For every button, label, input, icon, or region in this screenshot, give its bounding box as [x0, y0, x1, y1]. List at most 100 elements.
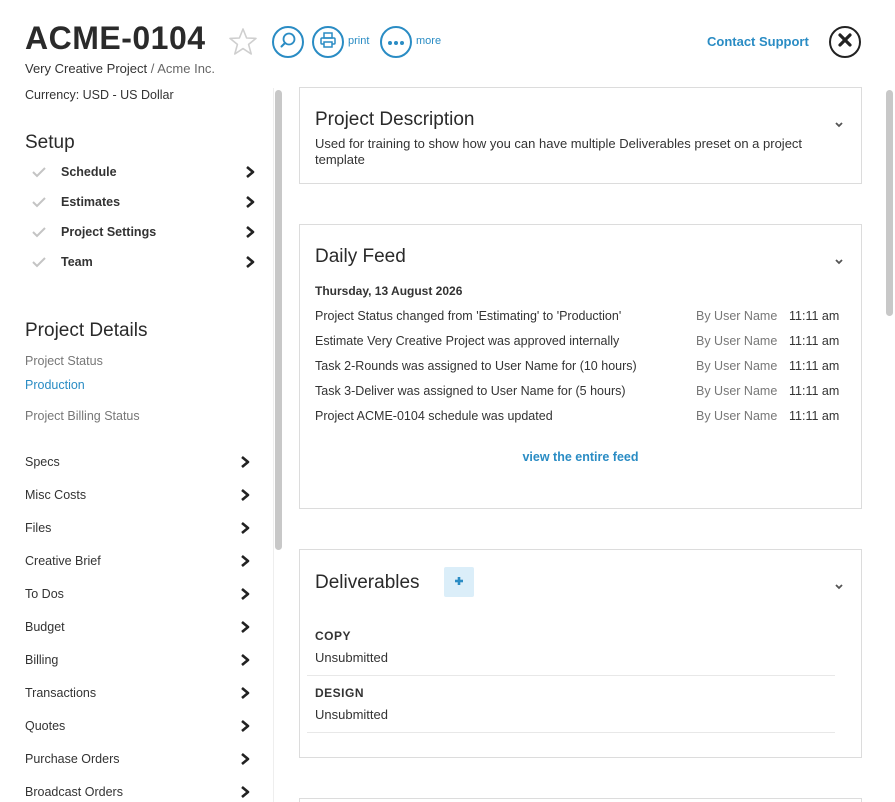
nav-item-label: To Dos [25, 587, 64, 601]
project-name: Very Creative Project [25, 61, 148, 76]
nav-item-specs[interactable]: Specs [25, 451, 250, 473]
feed-author: By User Name [696, 359, 778, 373]
search-button[interactable] [272, 26, 304, 58]
nav-item-budget[interactable]: Budget [25, 616, 250, 638]
collapse-chevron-icon[interactable] [834, 116, 844, 128]
check-icon [30, 255, 48, 269]
plus-icon [454, 573, 464, 591]
more-button[interactable] [380, 26, 412, 58]
deliverable-name: COPY [315, 629, 352, 643]
chevron-right-icon [240, 653, 250, 667]
nav-item-quotes[interactable]: Quotes [25, 715, 250, 737]
project-billing-status-label: Project Billing Status [25, 409, 140, 423]
daily-feed-panel: Daily Feed Thursday, 13 August 2026 Proj… [299, 224, 862, 509]
check-icon [30, 165, 48, 179]
feed-row: Task 2-Rounds was assigned to User Name … [315, 359, 845, 377]
divider [307, 732, 835, 733]
setup-item-label: Team [61, 255, 93, 269]
divider [307, 675, 835, 676]
close-button[interactable] [829, 26, 861, 58]
project-status-value[interactable]: Production [25, 378, 85, 392]
nav-item-label: Transactions [25, 686, 97, 700]
setup-item-schedule[interactable]: Schedule [30, 160, 255, 184]
collapse-chevron-icon[interactable] [834, 253, 844, 265]
close-icon [838, 32, 852, 52]
deliverable-name: DESIGN [315, 686, 365, 700]
more-dots-icon [387, 33, 405, 51]
feed-author: By User Name [696, 384, 778, 398]
project-page: ACME-0104 print more Very Creative Proje… [0, 0, 895, 802]
feed-message: Project Status changed from 'Estimating'… [315, 309, 622, 323]
print-button[interactable] [312, 26, 344, 58]
setup-item-project-settings[interactable]: Project Settings [30, 220, 255, 244]
setup-item-label: Estimates [61, 195, 121, 209]
chevron-right-icon [240, 620, 250, 634]
main-scrollbar-thumb[interactable] [886, 90, 893, 316]
project-description-text: Used for training to show how you can ha… [315, 136, 803, 167]
feed-row: Estimate Very Creative Project was appro… [315, 334, 845, 352]
project-description-panel: Project Description Used for training to… [299, 87, 862, 184]
feed-author: By User Name [696, 334, 778, 348]
chevron-right-icon [240, 719, 250, 733]
feed-message: Task 2-Rounds was assigned to User Name … [315, 359, 637, 373]
nav-item-purchase-orders[interactable]: Purchase Orders [25, 748, 250, 770]
favorite-star-icon[interactable] [228, 27, 258, 57]
add-deliverable-button[interactable] [444, 567, 474, 597]
project-header: ACME-0104 print more Very Creative Proje… [0, 0, 895, 88]
nav-item-files[interactable]: Files [25, 517, 250, 539]
nav-item-label: Broadcast Orders [25, 785, 123, 799]
nav-item-broadcast-orders[interactable]: Broadcast Orders [25, 781, 250, 802]
nav-item-billing[interactable]: Billing [25, 649, 250, 671]
chevron-right-icon [240, 521, 250, 535]
nav-item-label: Billing [25, 653, 59, 667]
more-label[interactable]: more [416, 35, 441, 47]
chevron-right-icon [240, 587, 250, 601]
nav-item-misc-costs[interactable]: Misc Costs [25, 484, 250, 506]
feed-time: 11:11 am [789, 409, 840, 423]
chevron-right-icon [240, 785, 250, 799]
chevron-right-icon [240, 752, 250, 766]
setup-item-team[interactable]: Team [30, 250, 255, 274]
view-entire-feed-link[interactable]: view the entire feed [300, 450, 861, 464]
nav-item-transactions[interactable]: Transactions [25, 682, 250, 704]
chevron-right-icon [240, 554, 250, 568]
nav-item-label: Misc Costs [25, 488, 87, 502]
deliverable-status: Unsubmitted [315, 650, 388, 665]
deliverables-panel: Deliverables COPY Unsubmitted DESIGN Uns… [299, 549, 862, 758]
nav-item-label: Specs [25, 455, 60, 469]
print-label[interactable]: print [348, 35, 369, 47]
feed-row: Project Status changed from 'Estimating'… [315, 309, 845, 327]
nav-item-label: Creative Brief [25, 554, 101, 568]
project-code: ACME-0104 [25, 20, 206, 56]
nav-item-label: Files [25, 521, 52, 535]
nav-item-label: Quotes [25, 719, 66, 733]
contact-support-link[interactable]: Contact Support [707, 34, 809, 49]
nav-item-to-dos[interactable]: To Dos [25, 583, 250, 605]
deliverable-status: Unsubmitted [315, 707, 388, 722]
deliverable-item[interactable]: DESIGN Unsubmitted [315, 686, 835, 722]
feed-message: Estimate Very Creative Project was appro… [315, 334, 620, 348]
sidebar-scrollbar-thumb[interactable] [275, 90, 282, 550]
deliverable-item[interactable]: COPY Unsubmitted [315, 629, 835, 665]
nav-item-creative-brief[interactable]: Creative Brief [25, 550, 250, 572]
setup-item-label: Project Settings [61, 225, 157, 239]
sidebar: Currency: USD - US Dollar Setup Schedule… [0, 88, 273, 802]
chevron-right-icon [245, 165, 255, 179]
check-icon [30, 195, 48, 209]
search-icon [279, 31, 297, 54]
project-subtitle: Very Creative Project / Acme Inc. [25, 61, 215, 76]
daily-feed-title: Daily Feed [315, 246, 406, 267]
chevron-right-icon [245, 195, 255, 209]
chevron-right-icon [240, 455, 250, 469]
setup-heading: Setup [25, 132, 75, 153]
project-description-title: Project Description [315, 109, 475, 130]
collapse-chevron-icon[interactable] [834, 578, 844, 590]
project-status-label: Project Status [25, 354, 103, 368]
client-name[interactable]: Acme Inc. [157, 61, 215, 76]
nav-item-label: Purchase Orders [25, 752, 120, 766]
setup-item-estimates[interactable]: Estimates [30, 190, 255, 214]
chevron-right-icon [245, 225, 255, 239]
feed-message: Project ACME-0104 schedule was updated [315, 409, 553, 423]
chevron-right-icon [245, 255, 255, 269]
feed-author: By User Name [696, 309, 778, 323]
